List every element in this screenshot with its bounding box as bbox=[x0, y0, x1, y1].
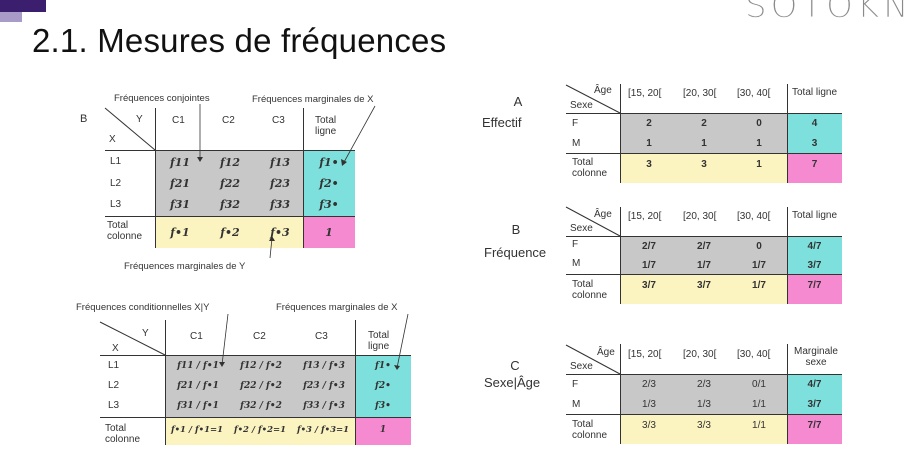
right-tables-diagonals bbox=[565, 84, 621, 375]
